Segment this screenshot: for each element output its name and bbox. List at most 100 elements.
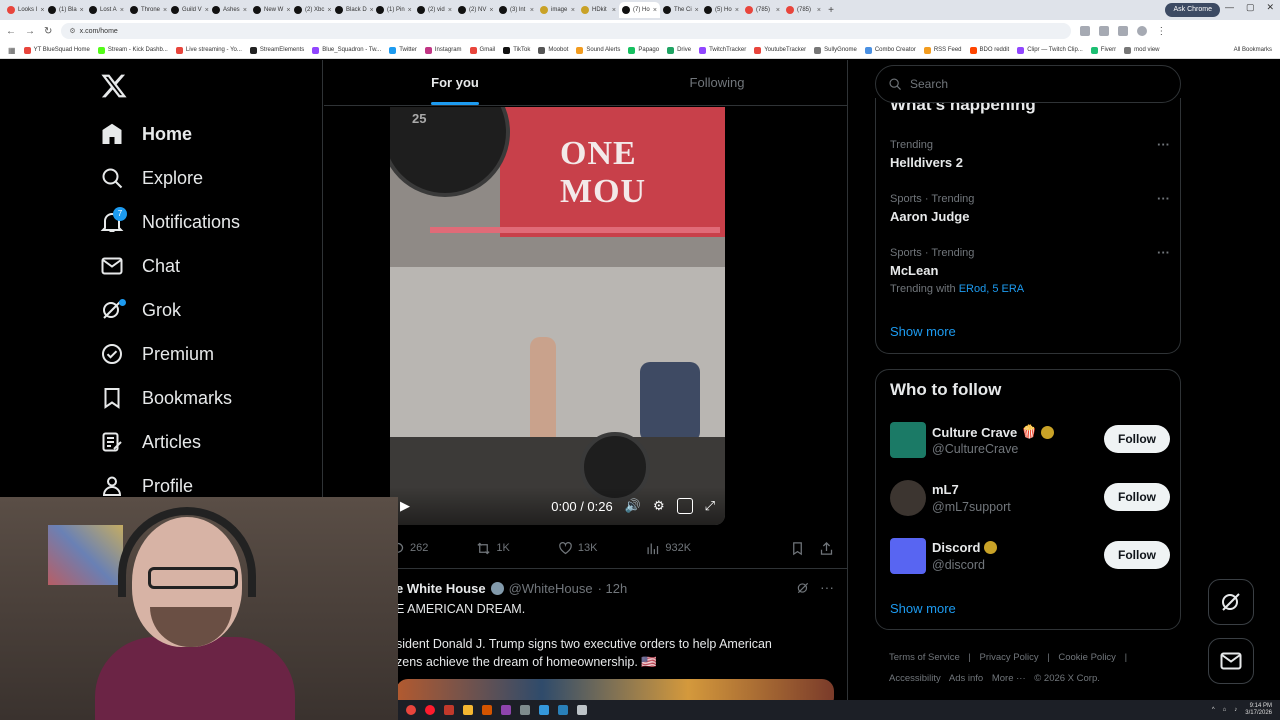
reload-icon[interactable]: ↻ <box>44 26 52 37</box>
follow-button[interactable]: Follow <box>1104 541 1170 569</box>
tab-close-icon[interactable]: × <box>776 7 780 14</box>
play-icon[interactable]: ▶ <box>400 498 410 514</box>
close-window-icon[interactable]: ✕ <box>1266 2 1274 13</box>
browser-tab[interactable]: (3) lnt × <box>496 2 537 18</box>
profile-icon[interactable] <box>1137 26 1148 36</box>
fullscreen-icon[interactable]: ⤢ <box>705 498 715 514</box>
app-taskbar-icon[interactable] <box>558 705 568 715</box>
tweet-image[interactable] <box>396 679 834 700</box>
footer-link[interactable]: Cookie Policy <box>1058 652 1116 663</box>
tab-close-icon[interactable]: × <box>612 7 616 14</box>
browser-tab[interactable]: Black D × <box>332 2 373 18</box>
folder-taskbar-icon[interactable] <box>463 705 473 715</box>
tab-close-icon[interactable]: × <box>286 7 290 14</box>
browser-tab[interactable]: (2) Xbc × <box>291 2 332 18</box>
all-bookmarks-button[interactable]: All Bookmarks <box>1234 47 1272 53</box>
bookmark-item[interactable]: YT BlueSquad Home <box>23 46 90 54</box>
video-player[interactable]: ONE MOU 25 ▶ 0:00 / 0:26 🔊 ⚙ ⤢ <box>390 107 725 525</box>
tab-close-icon[interactable]: × <box>530 7 534 14</box>
bookmark-item[interactable]: TwitchTracker <box>699 46 746 54</box>
tab-close-icon[interactable]: × <box>40 7 44 14</box>
trend-related-links[interactable]: ERod, 5 ERA <box>959 283 1024 295</box>
bookmark-item[interactable]: BDO reddit <box>969 46 1009 54</box>
bookmark-item[interactable]: Clipr — Twitch Clip... <box>1017 46 1083 54</box>
sidebar-item-home[interactable]: Home <box>100 118 192 150</box>
browser-tab[interactable]: Ashes × <box>209 2 250 18</box>
tab-close-icon[interactable]: × <box>327 7 331 14</box>
bookmark-item[interactable]: Fiverr <box>1090 46 1116 54</box>
browser-tab[interactable]: (785) × <box>783 2 824 18</box>
address-bar[interactable]: ⚙ x.com/home <box>61 23 1072 39</box>
opera-taskbar-icon[interactable] <box>425 705 435 715</box>
author-handle[interactable]: @WhiteHouse <box>509 581 593 596</box>
extension-icon[interactable] <box>1118 26 1129 36</box>
sidebar-item-notifications[interactable]: 7 Notifications <box>100 206 240 238</box>
avatar[interactable] <box>890 480 926 516</box>
bookmark-item[interactable]: Combo Creator <box>864 46 916 54</box>
browser-tab[interactable]: (7) Ho × <box>619 2 660 18</box>
avatar[interactable] <box>890 422 926 458</box>
bookmark-item[interactable]: Blue_Squadron - Tw... <box>312 46 381 54</box>
more-options-icon[interactable]: ··· <box>1157 137 1170 152</box>
browser-tab[interactable]: (1) Pin × <box>373 2 414 18</box>
x-logo-icon[interactable] <box>100 72 128 100</box>
tab-close-icon[interactable]: × <box>408 7 412 14</box>
share-icon[interactable] <box>819 541 834 556</box>
browser-tab[interactable]: (5) Ho × <box>701 2 742 18</box>
trend-item[interactable]: Trending Helldivers 2 ··· <box>890 137 1170 170</box>
show-more-link[interactable]: Show more <box>890 601 956 616</box>
tab-close-icon[interactable]: × <box>817 7 821 14</box>
follow-suggestion[interactable]: Culture Crave 🍿 @CultureCrave Follow <box>890 420 1170 460</box>
bookmark-item[interactable]: Moobot <box>538 46 568 54</box>
tab-close-icon[interactable]: × <box>120 7 124 14</box>
footer-link[interactable]: Ads info <box>949 673 983 684</box>
bookmark-item[interactable]: Sound Alerts <box>576 46 620 54</box>
browser-tab[interactable]: image × <box>537 2 578 18</box>
grok-floating-button[interactable] <box>1208 579 1254 625</box>
bookmark-item[interactable]: Papago <box>628 46 659 54</box>
more-options-icon[interactable]: ··· <box>1157 191 1170 206</box>
tab-close-icon[interactable]: × <box>489 7 493 14</box>
footer-link[interactable]: Terms of Service <box>889 652 960 663</box>
tab-close-icon[interactable]: × <box>163 7 167 14</box>
volume-icon[interactable]: 🔊 <box>625 498 641 514</box>
tweet[interactable]: e White House @WhiteHouse · 12h ··· E AM… <box>324 568 848 700</box>
more-options-icon[interactable]: ··· <box>820 579 834 595</box>
menu-icon[interactable]: ⋮ <box>1156 26 1166 37</box>
tweet-time[interactable]: · 12h <box>598 581 628 596</box>
author-name[interactable]: e White House <box>396 581 486 596</box>
browser-tab[interactable]: New W × <box>250 2 291 18</box>
browser-tab[interactable]: (1) Bla × <box>45 2 86 18</box>
sidebar-item-articles[interactable]: Articles <box>100 426 201 458</box>
like-button[interactable]: 13K <box>558 541 597 556</box>
browser-tab[interactable]: HDkit × <box>578 2 619 18</box>
tab-close-icon[interactable]: × <box>80 7 84 14</box>
sidebar-item-grok[interactable]: Grok <box>100 294 181 326</box>
bookmark-item[interactable]: Twitter <box>389 46 417 54</box>
follow-button[interactable]: Follow <box>1104 483 1170 511</box>
follow-suggestion[interactable]: Discord @discord Follow <box>890 536 1170 576</box>
grok-icon[interactable] <box>796 581 810 595</box>
app-taskbar-icon[interactable] <box>577 705 587 715</box>
sidebar-item-chat[interactable]: Chat <box>100 250 180 282</box>
browser-tab[interactable]: (785) × <box>742 2 783 18</box>
search-input[interactable]: Search <box>875 65 1181 103</box>
back-icon[interactable]: ← <box>6 26 16 37</box>
tab-close-icon[interactable]: × <box>448 7 452 14</box>
app-taskbar-icon[interactable] <box>444 705 454 715</box>
extension-icon[interactable] <box>1099 26 1110 36</box>
browser-tab[interactable]: Looks I × <box>4 2 45 18</box>
pip-icon[interactable] <box>676 498 693 514</box>
app-taskbar-icon[interactable] <box>501 705 511 715</box>
bookmark-item[interactable]: YoutubeTracker <box>754 46 806 54</box>
sidebar-item-explore[interactable]: Explore <box>100 162 203 194</box>
bookmark-item[interactable]: RSS Feed <box>923 46 962 54</box>
bookmark-item[interactable]: SullyGnome <box>814 46 857 54</box>
app-taskbar-icon[interactable] <box>482 705 492 715</box>
bookmark-icon[interactable] <box>790 541 805 556</box>
trend-item[interactable]: Sports · Trending Aaron Judge ··· <box>890 191 1170 224</box>
bookmark-item[interactable]: StreamElements <box>249 46 304 54</box>
extension-icon[interactable] <box>1080 26 1091 36</box>
repost-button[interactable]: 1K <box>476 541 510 556</box>
maximize-icon[interactable]: ▢ <box>1246 2 1255 13</box>
